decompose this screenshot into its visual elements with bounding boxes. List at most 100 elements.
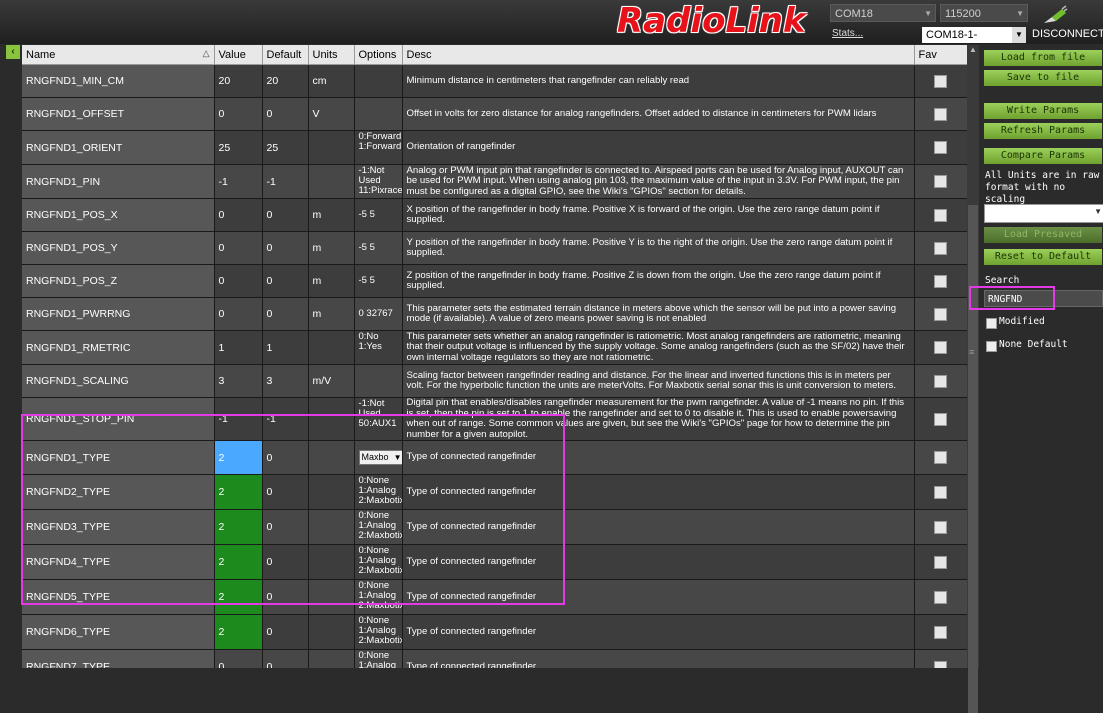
favorite-checkbox[interactable]	[934, 241, 947, 255]
modified-checkbox[interactable]	[986, 318, 997, 329]
plug-icon[interactable]	[1042, 5, 1068, 25]
table-row[interactable]: RNGFND1_POS_X 0 0 m -5 5X position of the ra…	[22, 198, 967, 232]
param-options-cell[interactable]: Maxbo ▼	[354, 440, 403, 475]
reset-to-default-button[interactable]: Reset to Default	[984, 249, 1102, 265]
param-value-cell[interactable]: 0	[214, 198, 263, 232]
param-fav-cell[interactable]	[914, 397, 967, 441]
favorite-checkbox[interactable]	[934, 74, 947, 88]
baud-select[interactable]: 115200 ▼	[940, 4, 1028, 22]
load-presaved-button[interactable]: Load Presaved	[984, 227, 1102, 243]
param-fav-cell[interactable]	[914, 264, 967, 298]
param-value-cell[interactable]: 2	[214, 474, 263, 510]
param-value-cell[interactable]: 2	[214, 579, 263, 615]
table-row[interactable]: RNGFND1_POS_Z 0 0 m -5 5Z position of the ra…	[22, 264, 967, 298]
table-row[interactable]: RNGFND1_TYPE 2 0 Maxbo ▼ Type of connected ra…	[22, 440, 967, 475]
favorite-checkbox[interactable]	[934, 274, 947, 288]
col-header-fav[interactable]: Fav	[914, 45, 967, 65]
param-value-cell[interactable]: 0	[214, 264, 263, 298]
table-row[interactable]: RNGFND6_TYPE 2 0 0:None 1:Analog 2:Maxbotix…	[22, 614, 967, 650]
table-row[interactable]: RNGFND1_RMETRIC 1 1 0:No 1:Yes This paramete…	[22, 330, 967, 365]
param-value-cell[interactable]: -1	[214, 164, 263, 199]
scroll-up-icon[interactable]: ▲	[967, 45, 979, 57]
param-fav-cell[interactable]	[914, 330, 967, 365]
none-default-checkbox[interactable]	[986, 341, 997, 352]
param-value-cell[interactable]: 0	[214, 649, 263, 668]
table-row[interactable]: RNGFND5_TYPE 2 0 0:None 1:Analog 2:Maxbotix…	[22, 579, 967, 615]
param-value-cell[interactable]: 2	[214, 614, 263, 650]
table-row[interactable]: RNGFND1_MIN_CM 20 20 cm Minimum distance in …	[22, 64, 967, 98]
param-fav-cell[interactable]	[914, 474, 967, 510]
param-value-cell[interactable]: 2	[214, 544, 263, 580]
favorite-checkbox[interactable]	[934, 307, 947, 321]
param-fav-cell[interactable]	[914, 614, 967, 650]
connection-profile-select[interactable]: COM18-1-GENERIC ▼	[922, 27, 1026, 57]
search-input[interactable]: RNGFND	[984, 290, 1103, 307]
favorite-checkbox[interactable]	[934, 374, 947, 388]
param-fav-cell[interactable]	[914, 64, 967, 98]
param-value-cell[interactable]: 3	[214, 364, 263, 398]
disconnect-button[interactable]: DISCONNECT	[1032, 28, 1103, 40]
param-value-cell[interactable]: 2	[214, 440, 263, 475]
param-value-cell[interactable]: 25	[214, 130, 263, 165]
param-fav-cell[interactable]	[914, 97, 967, 131]
favorite-checkbox[interactable]	[934, 520, 947, 534]
table-row[interactable]: RNGFND2_TYPE 2 0 0:None 1:Analog 2:Maxbotix…	[22, 474, 967, 510]
col-header-options[interactable]: Options	[354, 45, 403, 65]
refresh-params-button[interactable]: Refresh Params	[984, 123, 1102, 139]
table-row[interactable]: RNGFND1_POS_Y 0 0 m -5 5Y position of the ra…	[22, 231, 967, 265]
favorite-checkbox[interactable]	[934, 451, 947, 464]
compare-params-button[interactable]: Compare Params	[984, 148, 1102, 164]
param-fav-cell[interactable]	[914, 440, 967, 475]
options-dropdown[interactable]: Maxbo ▼	[358, 450, 401, 465]
param-fav-cell[interactable]	[914, 130, 967, 165]
col-header-desc[interactable]: Desc	[402, 45, 915, 65]
vertical-scrollbar[interactable]: ▲ ≡	[967, 45, 979, 713]
favorite-checkbox[interactable]	[934, 660, 947, 668]
table-row[interactable]: RNGFND1_SCALING 3 3 m/V Scaling factor betwe…	[22, 364, 967, 398]
table-row[interactable]: RNGFND1_PIN -1 -1 -1:Not Used 11:Pixracer An…	[22, 164, 967, 199]
param-fav-cell[interactable]	[914, 231, 967, 265]
param-fav-cell[interactable]	[914, 649, 967, 668]
param-fav-cell[interactable]	[914, 544, 967, 580]
param-value-cell[interactable]: 0	[214, 97, 263, 131]
favorite-checkbox[interactable]	[934, 141, 947, 154]
table-row[interactable]: RNGFND1_STOP_PIN -1 -1 -1:Not Used 50:AUX1 D…	[22, 397, 967, 441]
param-fav-cell[interactable]	[914, 579, 967, 615]
table-row[interactable]: RNGFND7_TYPE000:None 1:Analog 2:Maxbotix…	[22, 649, 967, 668]
write-params-button[interactable]: Write Params	[984, 103, 1102, 119]
favorite-checkbox[interactable]	[934, 107, 947, 121]
favorite-checkbox[interactable]	[934, 625, 947, 639]
favorite-checkbox[interactable]	[934, 175, 947, 188]
units-dropdown[interactable]: ▼	[984, 204, 1103, 223]
load-from-file-button[interactable]: Load from file	[984, 50, 1102, 66]
param-fav-cell[interactable]	[914, 297, 967, 331]
param-fav-cell[interactable]	[914, 509, 967, 545]
col-header-name[interactable]: Name △	[22, 45, 215, 65]
param-value-cell[interactable]: 1	[214, 330, 263, 365]
param-value-cell[interactable]: 0	[214, 297, 263, 331]
save-to-file-button[interactable]: Save to file	[984, 70, 1102, 86]
table-row[interactable]: RNGFND1_PWRRNG 0 0 m 0 32767 This parameter s…	[22, 297, 967, 331]
favorite-checkbox[interactable]	[934, 412, 947, 426]
table-row[interactable]: RNGFND4_TYPE 2 0 0:None 1:Analog 2:Maxbotix…	[22, 544, 967, 580]
col-header-units[interactable]: Units	[308, 45, 355, 65]
col-header-default[interactable]: Default	[262, 45, 309, 65]
table-row[interactable]: RNGFND3_TYPE 2 0 0:None 1:Analog 2:Maxbotix…	[22, 509, 967, 545]
collapse-panel-button[interactable]: ‹	[6, 45, 20, 59]
stats-link[interactable]: Stats...	[832, 28, 863, 39]
col-header-value[interactable]: Value	[214, 45, 263, 65]
param-value-cell[interactable]: 20	[214, 64, 263, 98]
param-value-cell[interactable]: 0	[214, 231, 263, 265]
port-select[interactable]: COM18 ▼	[830, 4, 936, 22]
favorite-checkbox[interactable]	[934, 590, 947, 604]
param-fav-cell[interactable]	[914, 364, 967, 398]
scrollbar-thumb[interactable]	[968, 205, 978, 713]
table-row[interactable]: RNGFND1_OFFSET 0 0 V Offset in volts for zer…	[22, 97, 967, 131]
favorite-checkbox[interactable]	[934, 555, 947, 569]
favorite-checkbox[interactable]	[934, 341, 947, 354]
table-row[interactable]: RNGFND1_ORIENT 25 25 0:Forward 1:Forward Ori…	[22, 130, 967, 165]
param-fav-cell[interactable]	[914, 164, 967, 199]
param-fav-cell[interactable]	[914, 198, 967, 232]
favorite-checkbox[interactable]	[934, 208, 947, 222]
param-value-cell[interactable]: -1	[214, 397, 263, 441]
